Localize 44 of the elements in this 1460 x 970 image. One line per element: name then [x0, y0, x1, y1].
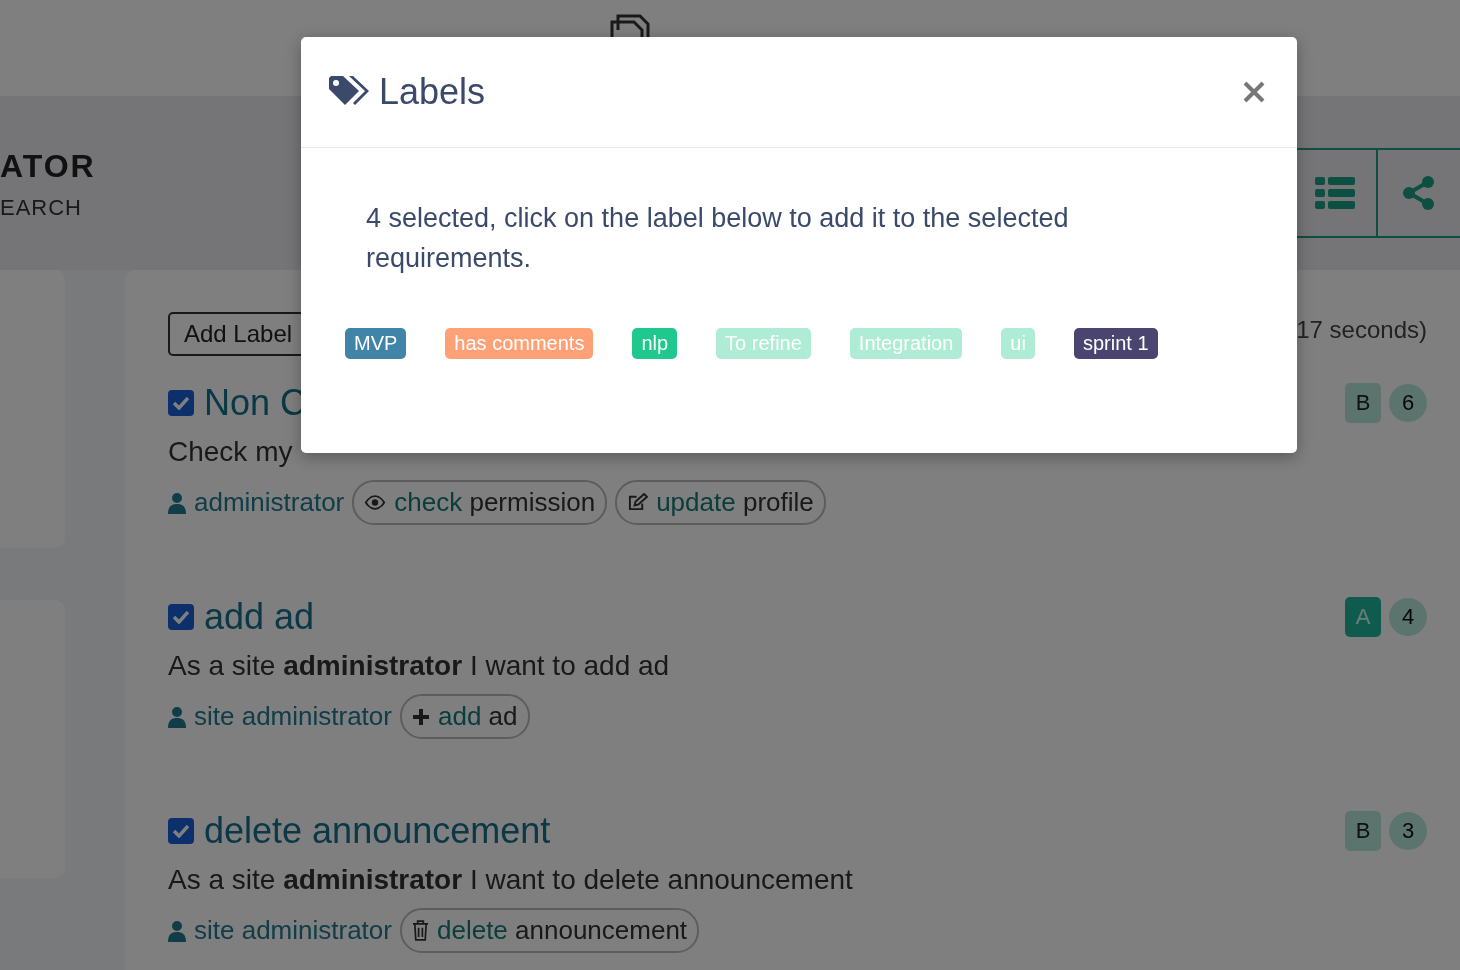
project-title: ATOR — [0, 148, 96, 185]
trash-icon — [411, 920, 429, 941]
label-tag[interactable]: nlp — [632, 328, 678, 359]
person-icon — [168, 919, 186, 942]
count-badge: 4 — [1389, 598, 1427, 636]
timing-text: 17 seconds) — [1296, 316, 1427, 344]
actor-link[interactable]: site administrator — [168, 915, 392, 946]
requirement-description: Check my — [168, 436, 294, 468]
actor-link[interactable]: site administrator — [168, 701, 392, 732]
tags-icon — [329, 76, 369, 108]
checkbox[interactable] — [168, 818, 194, 844]
list-icon — [1315, 177, 1355, 209]
actor-link[interactable]: administrator — [168, 487, 345, 518]
check-icon — [173, 824, 189, 838]
eye-icon — [364, 495, 387, 510]
person-icon — [168, 491, 186, 514]
edit-icon — [627, 493, 649, 512]
count-badge: 6 — [1389, 384, 1427, 422]
action-chip[interactable]: delete announcement — [399, 908, 700, 953]
count-badge: 3 — [1389, 812, 1427, 850]
dialog-message: 4 selected, click on the label below to add it to the selected requirements. — [366, 202, 1070, 275]
label-tag[interactable]: sprint 1 — [1073, 328, 1158, 359]
checkbox[interactable] — [168, 604, 194, 630]
action-chip[interactable]: add ad — [399, 694, 530, 739]
requirement-description: As a site administrator I want to delete announcement — [168, 864, 854, 896]
plus-icon — [411, 707, 430, 726]
label-tag[interactable]: has comments — [445, 328, 594, 359]
action-chip[interactable]: update profile — [615, 480, 826, 525]
share-icon — [1402, 176, 1436, 210]
label-tag[interactable]: MVP — [345, 328, 407, 359]
checkbox[interactable] — [168, 390, 194, 416]
requirement-description: As a site administrator I want to add ad — [168, 650, 671, 682]
dialog-title: Labels — [379, 71, 486, 113]
grade-badge: A — [1345, 597, 1381, 637]
check-icon — [173, 396, 189, 410]
requirement-title[interactable]: add ad — [204, 596, 315, 638]
close-icon — [1243, 81, 1265, 103]
project-subtitle: EARCH — [0, 195, 83, 221]
requirement-title[interactable]: delete announcement — [204, 810, 551, 852]
grade-badge: B — [1345, 383, 1381, 423]
check-icon — [173, 610, 189, 624]
grade-badge: B — [1345, 811, 1381, 851]
action-chip[interactable]: check permission — [352, 480, 608, 525]
person-icon — [168, 705, 186, 728]
